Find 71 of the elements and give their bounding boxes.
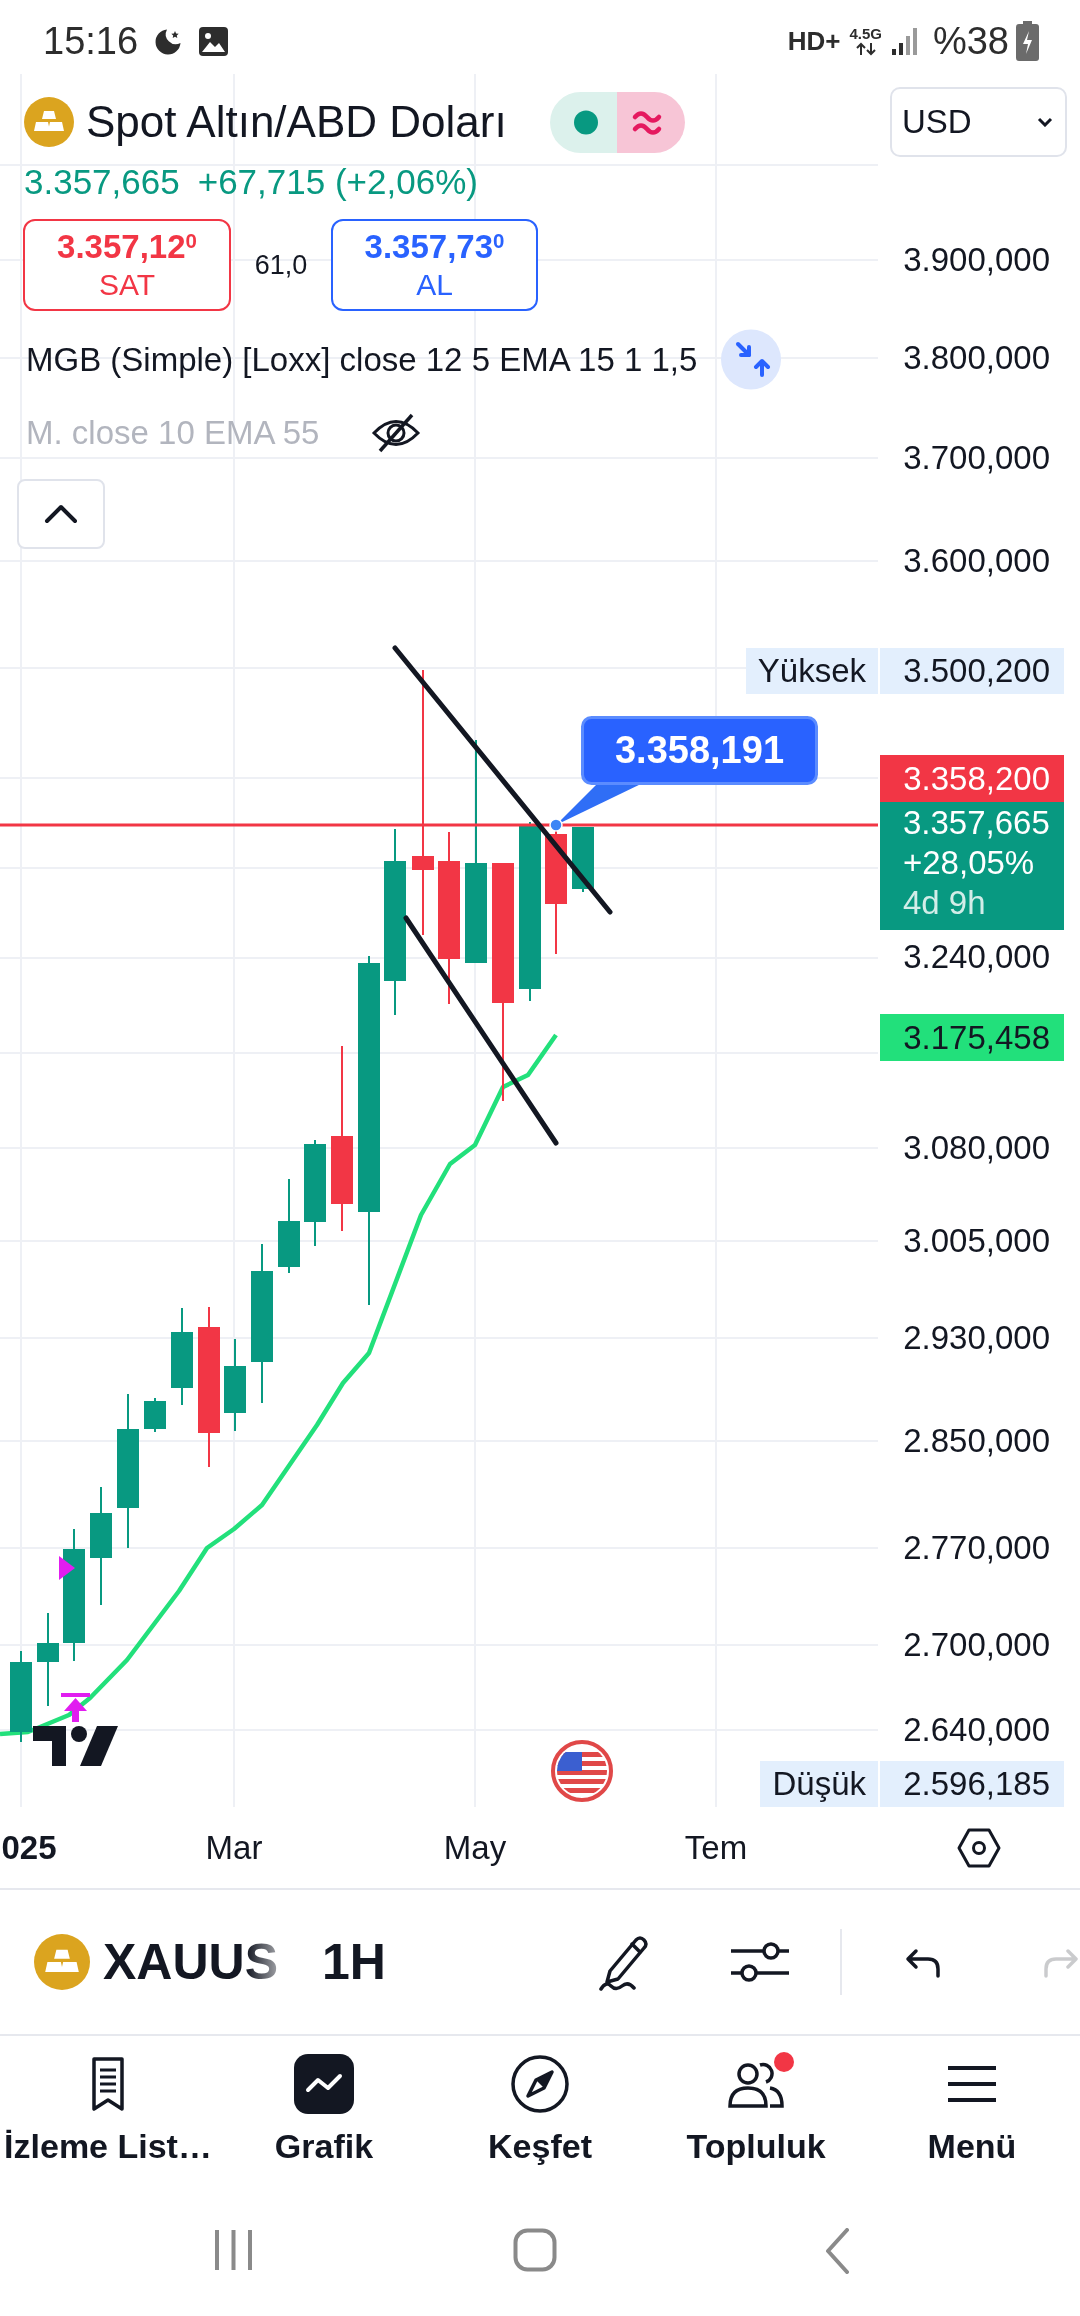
sell-button[interactable]: 3.357,12$^{0}$ SAT (23, 219, 231, 311)
indicator-label[interactable]: MGB (Simple) [Loxx] close 12 5 EMA 15 1 1,5 (26, 339, 698, 380)
logo-icon (33, 1726, 118, 1766)
clock-time: 15:16 (43, 19, 139, 63)
candle (144, 1398, 166, 1432)
signal-icon (891, 26, 919, 56)
image-icon (198, 25, 230, 57)
price-text: 3.357,665 (24, 162, 180, 202)
ingot-icon (24, 97, 74, 147)
hd-indicator: HD+ (787, 25, 841, 57)
symbol-title[interactable]: Spot Altın/ABD Doları (86, 96, 507, 148)
triangle-marker-icon (59, 1556, 75, 1580)
time-axis-label: 025 (1, 1828, 57, 1868)
eye-off-icon[interactable] (371, 412, 422, 454)
nav-tab[interactable]: Topluluk (648, 2036, 864, 2200)
caret-down-icon (1037, 117, 1053, 127)
price-axis-label: 2.700,000 (903, 1625, 1050, 1665)
back-icon[interactable] (824, 2228, 850, 2274)
spread-value: 61,0 (253, 249, 309, 281)
recent-apps-icon[interactable] (212, 2228, 254, 2272)
sliders-icon (731, 1939, 789, 1985)
flag-icon (551, 1740, 613, 1802)
battery-level-text: %38 (932, 19, 1009, 63)
price-axis-label: 2.930,000 (903, 1318, 1050, 1358)
interval-button[interactable]: 1H (322, 1932, 386, 1992)
change-percent: +28,05% (903, 843, 1035, 883)
nav-tab[interactable]: Keşfet (432, 2036, 648, 2200)
price-axis-label: 3.240,000 (903, 937, 1050, 977)
countdown-timer: 4d 9h (903, 883, 986, 923)
chevron-up-icon (44, 504, 78, 524)
price-axis-label: 3.700,000 (903, 438, 1050, 478)
network-type-label: 4.5G (849, 26, 882, 42)
low-label: Düşük (760, 1761, 878, 1807)
undo-icon (904, 1946, 942, 1978)
price-axis-label: 3.005,000 (903, 1221, 1050, 1261)
moon-icon (155, 27, 183, 55)
time-axis-label: Tem (684, 1828, 748, 1868)
price-axis-label: 3.900,000 (903, 240, 1050, 280)
arrows-icon[interactable] (721, 329, 782, 390)
nav-tab[interactable]: Grafik (216, 2036, 432, 2200)
current-price: 3.357,665 (903, 803, 1050, 843)
currency-dropdown[interactable]: USD (890, 87, 1067, 157)
home-icon[interactable] (513, 2228, 557, 2272)
price-axis-label: 2.640,000 (903, 1710, 1050, 1750)
time-axis-label: May (443, 1828, 507, 1868)
price-axis-label: 2.770,000 (903, 1528, 1050, 1568)
redo-icon (1042, 1946, 1080, 1978)
low-value: 2.596,185 (880, 1761, 1064, 1807)
price-axis-label: 2.850,000 (903, 1421, 1050, 1461)
buy-button[interactable]: 3.357,73$^{0}$ AL (331, 219, 538, 311)
change-text: +67,715 (+2,06%) (197, 162, 478, 202)
high-label: Yüksek (745, 648, 878, 694)
nav-tab[interactable]: İzleme List… (0, 2036, 216, 2200)
price-line-label: 3.358,200 (880, 755, 1064, 802)
arrow-marker-icon (61, 1693, 90, 1722)
time-axis-label: Mar (205, 1828, 263, 1868)
high-value: 3.500,200 (880, 648, 1064, 694)
approx-icon (616, 91, 685, 153)
nav-tab[interactable]: Menü (864, 2036, 1080, 2200)
price-axis-label: 3.600,000 (903, 541, 1050, 581)
settings-button[interactable] (731, 1939, 789, 1985)
ingot-icon (34, 1934, 90, 1990)
price-axis-label: 3.800,000 (903, 338, 1050, 378)
collapse-button[interactable] (17, 479, 105, 549)
moving-average-label: 3.175,458 (880, 1014, 1064, 1061)
hexagon-icon[interactable] (957, 1826, 1001, 1870)
price-callout: 3.358,191 (549, 716, 819, 832)
undo-button[interactable] (904, 1946, 942, 1978)
symbol-name[interactable]: XAUUS (103, 1932, 279, 1992)
price-axis-label: 3.080,000 (903, 1128, 1050, 1168)
battery-icon (1016, 21, 1039, 61)
